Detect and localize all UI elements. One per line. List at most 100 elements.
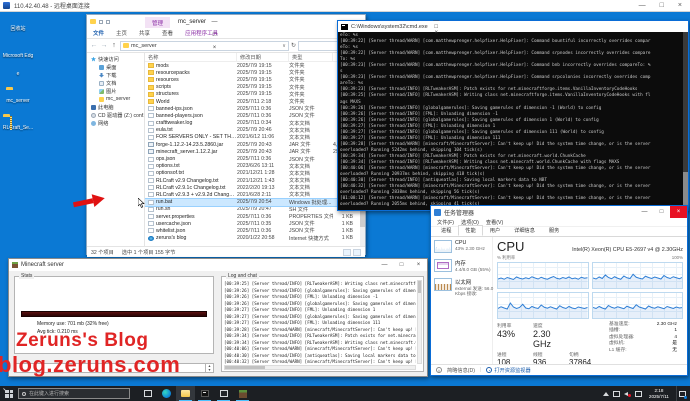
file[interactable]: RLCraft v2.9.1c Changelog.txt 2022/2/20 … <box>145 184 365 191</box>
cmd-app-icon[interactable] <box>195 386 214 401</box>
log-hscrollbar[interactable] <box>224 365 416 370</box>
file[interactable]: usercache.json 2025/7/11 0:35 JSON 文件 1 … <box>145 220 365 227</box>
folder[interactable]: mods 2025/7/9 19:15 文件夹 <box>145 62 365 69</box>
file[interactable]: banned-ips.json 2025/7/11 0:36 JSON 文件 1… <box>145 105 365 112</box>
taskview-icon[interactable] <box>138 386 157 401</box>
file[interactable]: run.sh 2025/7/9 20:47 SH 文件 1 KB <box>145 206 365 213</box>
column-header-type[interactable]: 类型 <box>289 53 333 61</box>
quick-access-toolbar[interactable] <box>87 15 145 28</box>
edge[interactable]: Microsoft Edge <box>2 44 34 80</box>
star[interactable]: 快速访问 <box>87 55 144 63</box>
volume-muted-icon[interactable] <box>624 391 631 397</box>
tray-expand-icon[interactable] <box>603 392 609 396</box>
chevron-down-icon[interactable]: ∨ <box>282 43 286 49</box>
taskmgr-minimize-button[interactable]: — <box>636 206 653 218</box>
taskbar-clock[interactable]: 2:18 2025/7/11 <box>646 388 672 399</box>
doc[interactable]: 文档 <box>87 79 144 87</box>
zipfolder[interactable]: RLCraft_Se... <box>2 116 34 134</box>
folder[interactable]: structures 2025/7/9 19:15 文件夹 <box>145 91 365 98</box>
eth-thumb[interactable]: 以太网 external 发送: 56.0 Kbps 接收: <box>434 278 492 296</box>
jar[interactable]: minecraft_server.1.12.2.jar 2025/7/9 20:… <box>145 148 365 155</box>
taskmgr-tab[interactable]: 服务 <box>542 225 566 236</box>
jar[interactable]: forge-1.12.2-14.23.5.2860.jar 2025/7/9 2… <box>145 141 365 148</box>
ribbon-tab[interactable]: 主页 <box>110 29 133 37</box>
action-center-button[interactable] <box>676 386 688 401</box>
file[interactable]: eula.txt 2025/7/9 20:46 文本文档 1 KB <box>145 127 365 134</box>
folder[interactable]: resources 2025/7/9 19:15 文件夹 <box>145 76 365 83</box>
spinner-buttons[interactable]: ▲▼ <box>205 364 213 372</box>
cd[interactable]: CD 驱动器 (Z:) conf... <box>87 111 144 119</box>
pc[interactable]: 此电脑 <box>87 103 144 111</box>
breadcrumb[interactable]: mc_server ∨ <box>120 41 289 51</box>
rdp-maximize-button[interactable]: □ <box>660 2 664 9</box>
column-header-date[interactable]: 修改日期 <box>237 53 289 61</box>
file[interactable]: server.properties 2025/7/11 0:36 PROPERT… <box>145 213 365 220</box>
ribbon-tab[interactable]: 查看 <box>156 29 179 37</box>
file[interactable]: banned-players.json 2025/7/11 0:36 JSON … <box>145 112 365 119</box>
mcserver-maximize-button[interactable]: □ <box>393 259 410 271</box>
file[interactable]: whitelist.json 2025/7/11 0:36 JSON 文件 1 … <box>145 227 365 234</box>
back-icon[interactable]: ← <box>90 42 98 49</box>
cmd-scrollbar[interactable] <box>683 32 688 210</box>
open-resource-monitor-link[interactable]: ◔ 打开资源监视器 <box>486 367 530 374</box>
taskmgr-tab[interactable]: 进程 <box>434 225 458 236</box>
file[interactable]: 文件 <box>87 29 110 37</box>
file[interactable]: options.txt 2023/6/26 13:11 文本文档 5 KB <box>145 163 365 170</box>
details-view-icon[interactable] <box>343 249 351 256</box>
file[interactable]: RLCraft v2.9.3 + v2.9.2d Changelog.txt 2… <box>145 191 365 198</box>
java-icon[interactable] <box>233 386 252 401</box>
cpu-thumb[interactable]: CPU 43% 2.30 GHz <box>434 240 492 253</box>
explorer-minimize-button[interactable]: — <box>206 15 223 28</box>
rdp-close-button[interactable]: × <box>678 2 682 9</box>
forward-icon[interactable]: → <box>100 42 108 49</box>
mem-thumb[interactable]: 内存 4.4/8.0 GB (55%) <box>434 259 492 272</box>
taskmgr-maximize-button[interactable]: □ <box>653 206 670 218</box>
taskmgr-tab[interactable]: 详细信息 <box>507 225 542 236</box>
down[interactable]: 下载 <box>87 71 144 79</box>
up-icon[interactable]: ↑ <box>110 42 118 49</box>
net[interactable]: 网络 <box>87 119 144 127</box>
file[interactable]: ops.json 2025/7/11 0:36 JSON 文件 1 KB <box>145 155 365 162</box>
mcserver-minimize-button[interactable]: — <box>376 259 393 271</box>
link[interactable]: zeruns's blog 2020/1/22 20:58 Internet 快… <box>145 235 365 242</box>
rdp-minimize-button[interactable]: — <box>639 2 646 9</box>
folder[interactable]: resourcepacks 2025/7/9 19:15 文件夹 <box>145 69 365 76</box>
file[interactable]: RLCraft v2.9 Changelog.txt 2021/12/21 1:… <box>145 177 365 184</box>
breadcrumb-path[interactable]: mc_server <box>131 43 157 49</box>
fewer-details-button[interactable]: 简略信息(D) <box>447 367 475 374</box>
taskmgr-app-icon[interactable] <box>214 386 233 401</box>
mcserver-close-button[interactable]: × <box>410 259 427 271</box>
network-icon[interactable] <box>613 391 620 397</box>
log-vscrollbar[interactable] <box>417 280 422 364</box>
taskmgr-titlebar[interactable]: 任务管理器 — □ × <box>431 206 687 218</box>
edge-app-icon[interactable] <box>157 386 176 401</box>
explorer-titlebar[interactable]: 管理 mc_server — □ × <box>87 15 365 28</box>
ime-icon[interactable] <box>635 391 642 397</box>
file[interactable]: run.bat 2025/7/9 20:54 Windows 批处理... 1 … <box>145 199 365 206</box>
file[interactable]: optionsof.txt 2021/12/21 1:28 文本文档 2 KB <box>145 170 365 177</box>
desk[interactable]: 桌面 <box>87 63 144 71</box>
folder[interactable]: World 2025/7/11 2:18 文件夹 <box>145 98 365 105</box>
ribbon-tab-apptools[interactable]: 应用程序工具 <box>179 29 224 37</box>
thumbnail-view-icon[interactable] <box>353 249 361 256</box>
mcserver-titlebar[interactable]: Minecraft server — □ × <box>9 259 427 271</box>
taskbar-search-input[interactable]: 在此键入进行搜索 <box>18 388 130 399</box>
ribbon-tab[interactable]: 共享 <box>133 29 156 37</box>
column-header-name[interactable]: 名称 <box>145 53 237 61</box>
explorer-icon[interactable] <box>176 386 195 401</box>
folder[interactable]: mc_server <box>2 89 34 107</box>
pic[interactable]: 图片 <box>87 87 144 95</box>
qat-properties-icon[interactable] <box>106 20 110 24</box>
qat-customize-icon[interactable] <box>99 20 103 24</box>
folder[interactable]: scripts 2025/7/9 19:15 文件夹 <box>145 84 365 91</box>
refresh-icon[interactable]: ↻ <box>291 42 296 49</box>
file[interactable]: FOR SERVERS ONLY - SET THESE IN ... 2021… <box>145 134 365 141</box>
taskmgr-close-button[interactable]: × <box>670 206 687 218</box>
folder[interactable]: mc_server <box>87 95 144 103</box>
cmd-titlebar[interactable]: C:\Windows\system32\cmd.exe — □ × <box>338 21 688 32</box>
ribbon-tab-manage[interactable]: 管理 <box>145 17 170 28</box>
file[interactable]: crafttweaker.log 2025/7/11 0:34 文本文档 0 K… <box>145 120 365 127</box>
taskmgr-tab[interactable]: 用户 <box>483 225 507 236</box>
taskmgr-tab[interactable]: 性能 <box>458 225 482 236</box>
recycle[interactable]: 回收站 <box>2 17 34 35</box>
